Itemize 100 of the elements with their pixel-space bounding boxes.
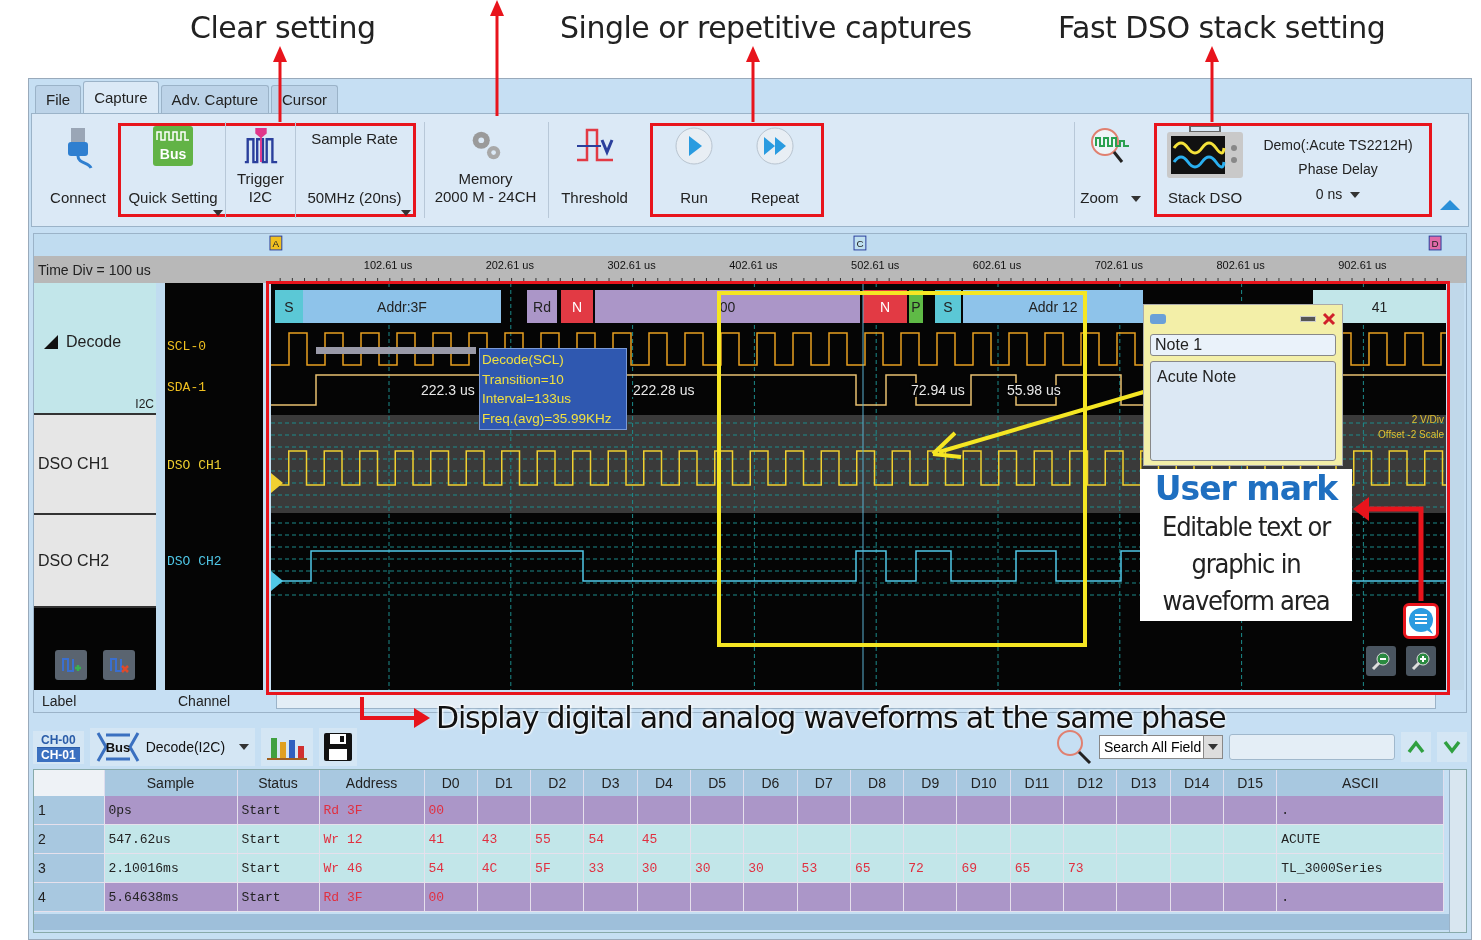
column-header[interactable]: D11	[1010, 770, 1064, 796]
table-cell: .	[1276, 796, 1444, 825]
sample-rate-dropdown[interactable]: Sample Rate 50MHz (20ns)	[295, 122, 413, 218]
decode-segment[interactable]: Rd	[527, 290, 557, 323]
search-field-dropdown[interactable]: Search All Field	[1099, 735, 1223, 759]
table-cell: 43	[481, 831, 498, 847]
cursor-marker[interactable]: C	[853, 235, 867, 251]
collapse-triangle-icon[interactable]	[44, 335, 58, 349]
zoom-in-icon[interactable]	[1406, 646, 1436, 676]
column-header: Channel	[178, 693, 232, 709]
search-up-icon[interactable]	[1401, 732, 1431, 762]
connect-button[interactable]: Connect	[46, 122, 110, 218]
cursor-marker[interactable]: A	[269, 235, 283, 251]
fast-forward-icon	[755, 126, 795, 166]
collapse-ribbon-icon[interactable]	[1440, 200, 1460, 210]
horizontal-scrollbar[interactable]	[34, 914, 1449, 930]
scale-label: Offset -2 Scale	[1378, 429, 1444, 440]
column-header[interactable]: D7	[797, 770, 851, 796]
zoom-button[interactable]: Zoom	[1074, 122, 1146, 218]
table-cell: 65	[1014, 860, 1031, 876]
bus-type-label: I2C	[135, 397, 154, 411]
device-name: Demo(:Acute TS2212H)	[1263, 137, 1413, 153]
ch2-level-icon	[271, 571, 283, 591]
column-header[interactable]: D10	[956, 770, 1011, 796]
decode-segment[interactable]: N	[561, 290, 593, 323]
decode-segment[interactable]: Addr 12	[963, 290, 1143, 323]
column-header[interactable]: D6	[743, 770, 798, 796]
phase-delay-dropdown[interactable]: 0 ns	[1309, 185, 1367, 203]
lane-label-cell[interactable]: DSO CH2	[34, 515, 156, 608]
table-cell: ACUTE	[1276, 824, 1444, 854]
search-input[interactable]	[1229, 734, 1395, 760]
channel-name: DSO CH1	[166, 457, 223, 473]
vertical-scrollbar[interactable]	[1449, 770, 1466, 932]
save-icon[interactable]	[319, 728, 358, 766]
column-header[interactable]: D3	[583, 770, 638, 796]
ribbon-tab[interactable]: Capture	[83, 81, 159, 113]
column-header[interactable]: Status	[237, 770, 319, 796]
table-cell: 0ps	[104, 796, 237, 825]
repeat-button[interactable]: Repeat	[735, 122, 815, 218]
time-tick-label: 102.61 us	[363, 259, 413, 271]
table-cell: 55	[535, 831, 551, 847]
column-header[interactable]: D2	[530, 770, 584, 796]
search-down-icon[interactable]	[1437, 732, 1467, 762]
cursor-marker[interactable]: D	[1428, 235, 1442, 251]
column-header[interactable]: D5	[690, 770, 744, 796]
column-header[interactable]: D12	[1063, 770, 1117, 796]
column-header[interactable]: D14	[1170, 770, 1224, 796]
column-header[interactable]: D15	[1223, 770, 1277, 796]
channel-name: SDA-1	[166, 380, 207, 395]
quick-setting-button[interactable]: Bus Quick Setting	[121, 122, 225, 218]
time-tick-label: 302.61 us	[607, 259, 656, 271]
column-header[interactable]: D9	[903, 770, 957, 796]
memory-button[interactable]: Memory 2000 M - 24CH	[424, 122, 540, 218]
table-cell: 53	[801, 860, 818, 876]
column-header[interactable]: D13	[1116, 770, 1171, 796]
table-cell: .	[1276, 882, 1444, 912]
caret-icon	[1350, 192, 1361, 199]
table-cell: 4C	[481, 860, 498, 876]
column-header[interactable]: D1	[477, 770, 531, 796]
add-channel-icon[interactable]	[55, 650, 87, 680]
note-title-field[interactable]: Note 1	[1150, 334, 1336, 356]
decode-segment[interactable]: Addr:3F	[303, 290, 501, 323]
ribbon-tab[interactable]: Adv. Capture	[160, 85, 269, 113]
row-number: 2	[34, 824, 104, 854]
column-header[interactable]: Address	[319, 770, 424, 796]
table-cell: 69	[961, 860, 978, 876]
note-bubble-icon[interactable]	[1403, 603, 1439, 639]
table-cell: 5.64638ms	[104, 882, 237, 912]
close-icon[interactable]	[1322, 312, 1336, 326]
oscilloscope-icon	[1166, 126, 1244, 178]
column-header[interactable]: D8	[850, 770, 904, 796]
minimize-icon[interactable]	[1300, 316, 1316, 322]
column-header[interactable]: D0	[424, 770, 478, 796]
note-text-area[interactable]: Acute Note	[1150, 361, 1336, 461]
lane-label-cell[interactable]: DSO CH1	[34, 415, 156, 515]
zoom-out-icon[interactable]	[1366, 646, 1396, 676]
table-cell: 45	[641, 831, 658, 847]
stack-dso-button[interactable]: Stack DSO	[1163, 122, 1247, 218]
ribbon-tab[interactable]: File	[35, 85, 82, 113]
table-cell: 30	[748, 860, 764, 876]
column-header[interactable]: D4	[637, 770, 691, 796]
ribbon-tab[interactable]: Cursor	[271, 85, 338, 113]
threshold-button[interactable]: Threshold	[548, 122, 634, 218]
column-header[interactable]: Sample	[104, 770, 237, 796]
tooltip-line: Interval=133us	[482, 390, 572, 408]
trigger-button[interactable]: Trigger I2C	[225, 122, 295, 218]
lane-label: DSO CH2	[38, 551, 111, 570]
remove-channel-icon[interactable]	[103, 650, 135, 680]
caret-icon	[213, 210, 223, 216]
decode-segment[interactable]: S	[275, 290, 303, 323]
table-cell: TL_3000Series	[1276, 853, 1444, 883]
run-button[interactable]: Run	[659, 122, 729, 218]
table-cell: 30	[695, 860, 711, 876]
pin-icon[interactable]	[1150, 314, 1166, 324]
column-header[interactable]: ASCII	[1276, 770, 1444, 796]
lane-label-cell[interactable]: Decode I2C	[34, 283, 156, 415]
channel-toggle-button[interactable]: CH-00 CH-01	[33, 730, 84, 764]
bar-chart-icon[interactable]	[261, 728, 314, 766]
decoder-dropdown[interactable]: Bus Decode(I2C)	[89, 728, 256, 766]
row-number: 4	[34, 882, 104, 912]
